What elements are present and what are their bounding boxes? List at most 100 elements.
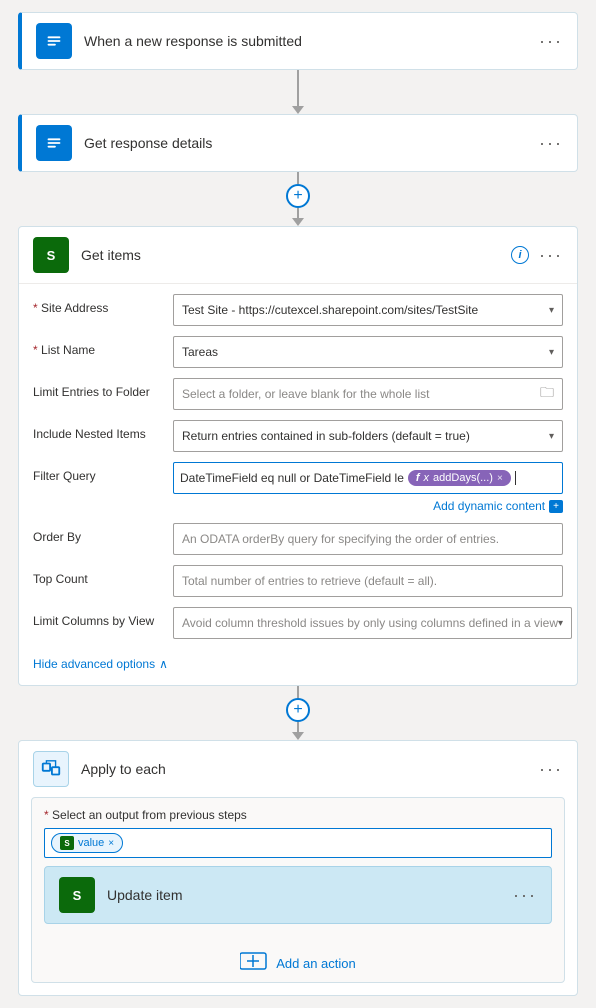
- apply-each-header: Apply to each ···: [19, 741, 577, 797]
- connector-3: +: [286, 686, 310, 740]
- step2-more-button[interactable]: ···: [539, 134, 563, 152]
- include-nested-row: Include Nested Items Return entries cont…: [33, 420, 563, 452]
- order-by-label: Order By: [33, 523, 173, 544]
- step1-card: When a new response is submitted ···: [18, 12, 578, 70]
- step2-icon: [36, 125, 72, 161]
- apply-each-body: * Select an output from previous steps S…: [31, 797, 565, 983]
- add-action-button[interactable]: Add an action: [240, 952, 356, 974]
- flow-container: When a new response is submitted ··· Get…: [0, 0, 596, 1008]
- include-nested-value: Return entries contained in sub-folders …: [182, 429, 470, 443]
- limit-folder-box[interactable]: Select a folder, or leave blank for the …: [173, 378, 563, 410]
- add-dynamic-content-link[interactable]: Add dynamic content +: [433, 499, 563, 513]
- step1-icon: [36, 23, 72, 59]
- top-count-input[interactable]: Total number of entries to retrieve (def…: [173, 565, 563, 597]
- step2-card: Get response details ···: [18, 114, 578, 172]
- add-dynamic-content-row: Add dynamic content +: [173, 498, 563, 513]
- apply-each-more-button[interactable]: ···: [539, 760, 563, 778]
- filter-query-box[interactable]: DateTimeField eq null or DateTimeField l…: [173, 462, 563, 494]
- limit-columns-chevron-icon: ▾: [558, 618, 563, 629]
- update-item-title: Update item: [107, 887, 513, 903]
- folder-icon: 🗀: [540, 382, 554, 406]
- order-by-box[interactable]: An ODATA orderBy query for specifying th…: [173, 523, 563, 555]
- update-item-more-button[interactable]: ···: [513, 886, 537, 904]
- filter-prefix-text: DateTimeField eq null or DateTimeField l…: [180, 471, 404, 485]
- limit-folder-row: Limit Entries to Folder Select a folder,…: [33, 378, 563, 410]
- top-count-label: Top Count: [33, 565, 173, 586]
- value-token-close-icon[interactable]: ×: [108, 838, 114, 849]
- filter-query-label: Filter Query: [33, 462, 173, 483]
- fx-label: f: [416, 472, 420, 484]
- text-cursor: [515, 471, 516, 485]
- step1-title: When a new response is submitted: [84, 33, 539, 49]
- update-item-card: S Update item ···: [44, 866, 552, 924]
- token-text: addDays(...): [433, 472, 493, 484]
- add-action-row: Add an action: [32, 936, 564, 982]
- add-action-label: Add an action: [276, 956, 356, 971]
- sharepoint-icon: S: [40, 244, 62, 266]
- list-name-label: List Name: [33, 336, 173, 357]
- value-token-label: value: [78, 837, 104, 849]
- include-nested-input[interactable]: Return entries contained in sub-folders …: [173, 420, 563, 452]
- limit-columns-label: Limit Columns by View: [33, 607, 173, 628]
- limit-folder-input[interactable]: Select a folder, or leave blank for the …: [173, 378, 563, 410]
- apply-select-label-text: Select an output from previous steps: [52, 808, 247, 822]
- top-count-row: Top Count Total number of entries to ret…: [33, 565, 563, 597]
- connector-1: [292, 70, 304, 114]
- chevron-up-icon: ∧: [159, 657, 168, 671]
- include-nested-label: Include Nested Items: [33, 420, 173, 441]
- dynamic-content-icon: +: [549, 500, 563, 513]
- list-name-chevron-icon: ▾: [549, 347, 554, 358]
- hide-advanced-row: Hide advanced options ∧: [33, 649, 563, 675]
- get-items-header: S Get items i ···: [19, 227, 577, 284]
- order-by-row: Order By An ODATA orderBy query for spec…: [33, 523, 563, 555]
- update-item-sp-icon: S: [66, 884, 88, 906]
- get-items-card: S Get items i ··· Site Address Test Site…: [18, 226, 578, 686]
- order-by-input[interactable]: An ODATA orderBy query for specifying th…: [173, 523, 563, 555]
- top-count-box[interactable]: Total number of entries to retrieve (def…: [173, 565, 563, 597]
- get-items-icon: S: [33, 237, 69, 273]
- step2-title: Get response details: [84, 135, 539, 151]
- connector-2: +: [286, 172, 310, 226]
- apply-select-row: * Select an output from previous steps S…: [32, 798, 564, 866]
- site-address-input[interactable]: Test Site - https://cutexcel.sharepoint.…: [173, 294, 563, 326]
- filter-query-input[interactable]: DateTimeField eq null or DateTimeField l…: [173, 462, 563, 513]
- include-nested-dropdown[interactable]: Return entries contained in sub-folders …: [173, 420, 563, 452]
- apply-each-icon: [33, 751, 69, 787]
- add-step-2-button[interactable]: +: [286, 184, 310, 208]
- list-name-dropdown[interactable]: Tareas ▾: [173, 336, 563, 368]
- get-items-title: Get items: [81, 247, 511, 263]
- limit-columns-dropdown[interactable]: Avoid column threshold issues by only us…: [173, 607, 572, 639]
- info-icon[interactable]: i: [511, 246, 529, 264]
- step1-more-button[interactable]: ···: [539, 32, 563, 50]
- filter-token[interactable]: fx addDays(...) ×: [408, 470, 511, 486]
- hide-advanced-label: Hide advanced options: [33, 657, 155, 671]
- apply-select-label: * Select an output from previous steps: [44, 808, 552, 822]
- list-name-row: List Name Tareas ▾: [33, 336, 563, 368]
- get-items-more-button[interactable]: ···: [539, 246, 563, 264]
- filter-query-row: Filter Query DateTimeField eq null or Da…: [33, 462, 563, 513]
- site-address-chevron-icon: ▾: [549, 305, 554, 316]
- add-dynamic-content-label: Add dynamic content: [433, 499, 545, 513]
- add-step-3-button[interactable]: +: [286, 698, 310, 722]
- site-address-label: Site Address: [33, 294, 173, 315]
- token-close-icon[interactable]: ×: [497, 473, 503, 484]
- apply-each-title: Apply to each: [81, 761, 539, 777]
- list-name-input[interactable]: Tareas ▾: [173, 336, 563, 368]
- limit-folder-placeholder: Select a folder, or leave blank for the …: [182, 387, 429, 401]
- value-token-sp-icon: S: [60, 836, 74, 850]
- update-item-icon: S: [59, 877, 95, 913]
- value-token[interactable]: S value ×: [51, 833, 123, 853]
- site-address-row: Site Address Test Site - https://cutexce…: [33, 294, 563, 326]
- add-action-icon: [240, 952, 268, 974]
- include-nested-chevron-icon: ▾: [549, 431, 554, 442]
- list-name-value: Tareas: [182, 345, 218, 359]
- site-address-dropdown[interactable]: Test Site - https://cutexcel.sharepoint.…: [173, 294, 563, 326]
- limit-columns-input[interactable]: Avoid column threshold issues by only us…: [173, 607, 572, 639]
- hide-advanced-link[interactable]: Hide advanced options ∧: [33, 657, 168, 671]
- order-by-placeholder: An ODATA orderBy query for specifying th…: [182, 532, 499, 546]
- limit-columns-placeholder: Avoid column threshold issues by only us…: [182, 616, 558, 630]
- site-address-value: Test Site - https://cutexcel.sharepoint.…: [182, 303, 478, 317]
- select-output-input[interactable]: S value ×: [44, 828, 552, 858]
- limit-columns-row: Limit Columns by View Avoid column thres…: [33, 607, 563, 639]
- limit-folder-label: Limit Entries to Folder: [33, 378, 173, 399]
